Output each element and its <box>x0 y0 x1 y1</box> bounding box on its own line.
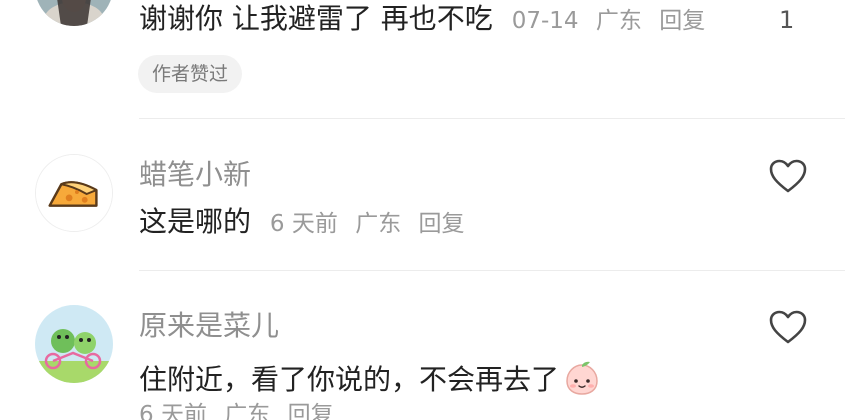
author-liked-badge: 作者赞过 <box>138 55 243 93</box>
like-button[interactable] <box>768 158 808 194</box>
comment-location: 广东 <box>224 402 271 420</box>
comment-date: 6 天前 <box>269 211 338 237</box>
comment-location: 广东 <box>595 8 642 34</box>
avatar[interactable] <box>35 154 113 232</box>
reply-button[interactable]: 回复 <box>288 402 334 420</box>
comment-body: 住附近，看了你说的，不会再去了 <box>139 359 601 397</box>
comment-date: 6 天前 <box>139 402 207 420</box>
comment-list: 谢谢你 让我避雷了 再也不吃 07-14 广东 回复 1 作者赞过 蜡笔小新 这… <box>0 0 845 420</box>
avatar[interactable] <box>35 0 113 26</box>
divider <box>139 270 845 271</box>
comment-text: 这是哪的 <box>139 205 252 238</box>
heart-icon <box>769 159 807 193</box>
reply-button[interactable]: 回复 <box>419 211 465 237</box>
comment-date: 07-14 <box>511 8 579 34</box>
comment-meta: 6 天前 广东 回复 <box>270 211 465 237</box>
comment-meta: 6 天前 广东 回复 <box>139 404 334 420</box>
user-photo-icon <box>35 0 113 26</box>
comment-username[interactable]: 原来是菜儿 <box>139 312 279 340</box>
peach-face-icon <box>566 361 598 395</box>
comment-location: 广东 <box>355 211 402 237</box>
comment-text: 住附近，看了你说的，不会再去了 <box>139 363 560 396</box>
comment-text: 谢谢你 让我避雷了 再也不吃 <box>139 2 493 35</box>
cheese-icon <box>36 155 112 231</box>
peach-face-emoji <box>563 359 601 397</box>
comment-body: 这是哪的 6 天前 广东 回复 <box>139 208 465 236</box>
avatar[interactable] <box>35 305 113 383</box>
comment-username[interactable]: 蜡笔小新 <box>139 161 251 189</box>
heart-icon <box>769 310 807 344</box>
comment-meta: 07-14 广东 回复 <box>512 8 705 34</box>
like-count: 1 <box>779 6 795 34</box>
frog-couple-icon <box>35 305 113 383</box>
like-button[interactable] <box>768 309 808 345</box>
divider <box>139 118 845 119</box>
comment-body: 谢谢你 让我避雷了 再也不吃 07-14 广东 回复 <box>139 5 705 33</box>
reply-button[interactable]: 回复 <box>659 8 705 34</box>
